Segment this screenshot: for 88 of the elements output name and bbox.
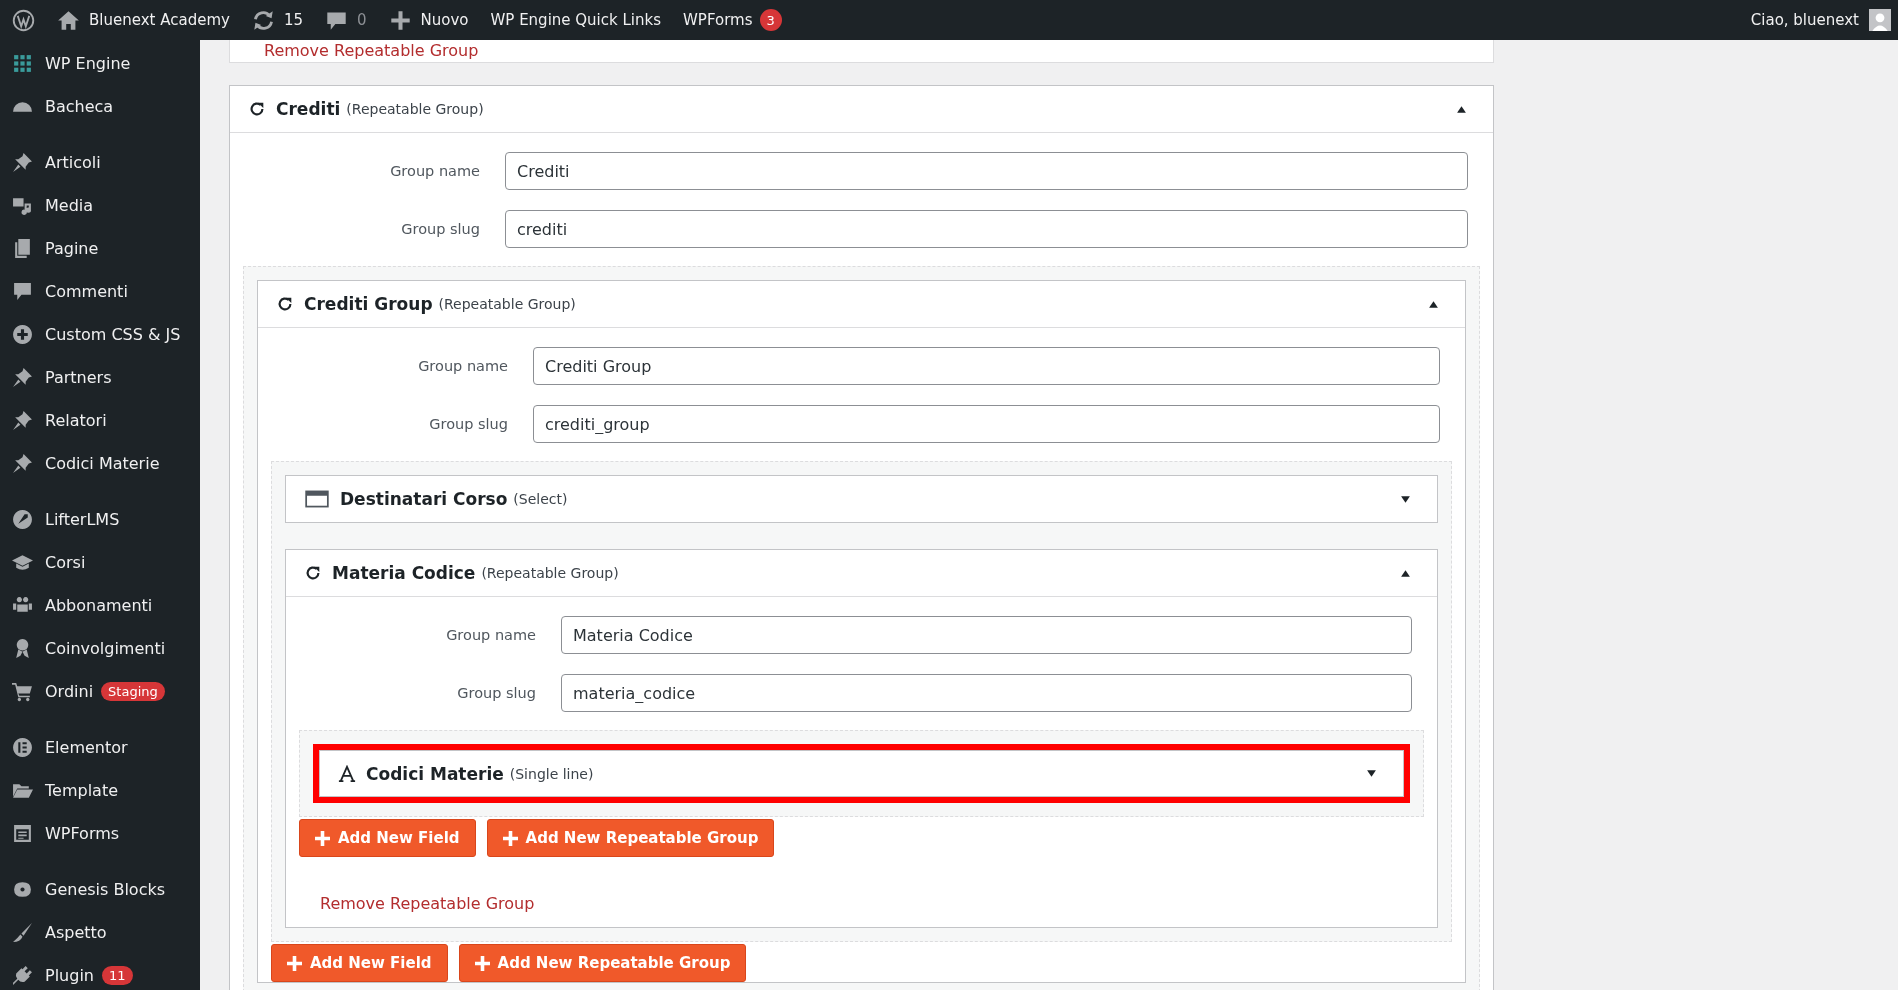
wpforms-menu[interactable]: WPForms [683, 11, 753, 29]
sidebar-item[interactable]: WP Engine [0, 42, 200, 85]
plus-icon [315, 830, 330, 846]
sidebar-item[interactable]: Bacheca [0, 85, 200, 128]
sidebar-item[interactable]: Template [0, 769, 200, 812]
quick-links-menu[interactable]: WP Engine Quick Links [490, 11, 662, 29]
collapse-caret-icon[interactable] [1428, 298, 1439, 310]
text-input[interactable]: Crediti [505, 152, 1468, 190]
sidebar-item[interactable]: Codici Materie [0, 442, 200, 485]
text-input[interactable]: crediti_group [533, 405, 1440, 443]
plug-icon [12, 965, 33, 986]
pin-icon [12, 367, 33, 388]
sidebar-item[interactable]: Elementor [0, 726, 200, 769]
updates-count[interactable]: 15 [283, 11, 303, 29]
field-label: Group name [445, 627, 537, 643]
collapse-caret-icon[interactable] [1456, 103, 1467, 115]
text-input[interactable]: Crediti Group [533, 347, 1440, 385]
collapse-caret-icon[interactable] [1400, 567, 1411, 579]
field-label: Group name [417, 358, 509, 374]
sidebar-item[interactable]: Relatori [0, 399, 200, 442]
sidebar-item[interactable]: Media [0, 184, 200, 227]
sidebar-item[interactable]: LifterLMS [0, 498, 200, 541]
graduation-cap-icon [12, 552, 33, 573]
window-icon [304, 488, 330, 510]
plus-icon [502, 830, 518, 846]
comment-icon [12, 281, 33, 302]
refresh-icon [251, 8, 275, 32]
grid-icon [12, 53, 33, 74]
sidebar-item[interactable]: Custom CSS & JS [0, 313, 200, 356]
sidebar-item[interactable]: Commenti [0, 270, 200, 313]
sidebar-badge: 11 [102, 966, 133, 985]
field-label: Group name [389, 163, 481, 179]
expand-caret-icon[interactable] [1366, 768, 1377, 779]
sidebar-item[interactable]: Genesis Blocks [0, 868, 200, 911]
home-icon [57, 8, 80, 32]
sidebar-item[interactable]: Articoli [0, 141, 200, 184]
sidebar-item[interactable]: Pagine [0, 227, 200, 270]
site-name-link[interactable]: Bluenext Academy [89, 11, 230, 29]
text-input[interactable]: Materia Codice [561, 616, 1412, 654]
wordpress-logo-icon[interactable] [12, 8, 35, 32]
plus-icon [388, 8, 412, 32]
sidebar-item[interactable]: Corsi [0, 541, 200, 584]
pin-icon [12, 410, 33, 431]
text-input[interactable]: materia_codice [561, 674, 1412, 712]
group-title: Crediti [276, 99, 341, 119]
refresh-icon [304, 564, 322, 582]
sidebar-item[interactable]: WPForms [0, 812, 200, 855]
group-type: (Repeatable Group) [346, 101, 484, 117]
group-title: Crediti Group [304, 294, 433, 314]
text-type-icon [338, 764, 356, 783]
group-type: (Select) [513, 491, 568, 507]
sidebar-item[interactable]: Partners [0, 356, 200, 399]
remove-group-link[interactable]: Remove Repeatable Group [320, 895, 535, 913]
pin-icon [12, 453, 33, 474]
group-type: (Repeatable Group) [481, 565, 619, 581]
comments-count[interactable]: 0 [356, 11, 367, 29]
sidebar-badge: Staging [101, 682, 165, 701]
sidebar-item[interactable]: Aspetto [0, 911, 200, 954]
plus-icon [474, 955, 490, 971]
notification-badge: 3 [759, 9, 782, 31]
media-icon [12, 195, 33, 216]
group-title: Destinatari Corso [340, 489, 508, 509]
sidebar-item[interactable]: Coinvolgimenti [0, 627, 200, 670]
text-input[interactable]: crediti [505, 210, 1468, 248]
form-icon [12, 823, 33, 844]
field-label: Group slug [456, 685, 537, 701]
group-type: (Repeatable Group) [438, 296, 576, 312]
elementor-icon [12, 737, 33, 758]
sidebar-item[interactable]: Plugin 11 [0, 954, 200, 990]
plus-icon [287, 955, 302, 971]
pages-icon [12, 238, 33, 259]
sidebar-item[interactable]: Abbonamenti [0, 584, 200, 627]
blob-icon [12, 879, 33, 900]
greeting-link[interactable]: Ciao, bluenext [1750, 11, 1859, 29]
sidebar-item[interactable]: Ordini Staging [0, 670, 200, 713]
expand-caret-icon[interactable] [1400, 493, 1411, 505]
remove-group-link[interactable]: Remove Repeatable Group [264, 42, 479, 60]
pin-icon [12, 152, 33, 173]
refresh-icon [276, 295, 294, 313]
refresh-icon [248, 100, 266, 118]
field-label: Group slug [428, 416, 509, 432]
cart-icon [12, 681, 33, 702]
new-link[interactable]: Nuovo [420, 11, 469, 29]
group-title: Materia Codice [332, 563, 476, 583]
group-title: Codici Materie [366, 763, 504, 784]
field-label: Group slug [400, 221, 481, 237]
group-type: (Single line) [509, 765, 594, 782]
brush-icon [12, 922, 33, 943]
